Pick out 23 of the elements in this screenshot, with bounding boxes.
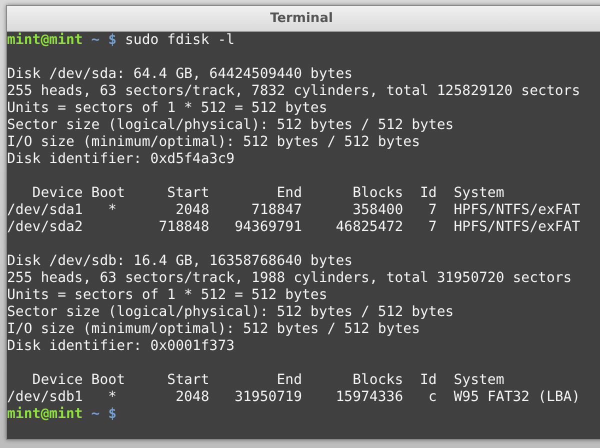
output-line: Disk /dev/sda: 64.4 GB, 64424509440 bytes (7, 66, 353, 82)
output-line: Disk /dev/sdb: 16.4 GB, 16358768640 bytes (7, 253, 353, 269)
output-line: 255 heads, 63 sectors/track, 7832 cylinders, total 125829120 sectors (7, 83, 580, 99)
prompt-user: mint@mint (7, 32, 83, 48)
output-line: I/O size (minimum/optimal): 512 bytes / 512 bytes (7, 321, 420, 337)
output-line: Device Boot Start End Blocks Id System (31, 185, 504, 201)
output-line: Units = sectors of 1 * 512 = 512 bytes (7, 287, 328, 303)
output-line: Sector size (logical/physical): 512 bytes / 512 bytes (7, 117, 454, 133)
output-line: I/O size (minimum/optimal): 512 bytes / 512 bytes (7, 134, 420, 150)
prompt-path: ~ $ (91, 32, 117, 48)
output-line: Disk identifier: 0x0001f373 (7, 338, 235, 354)
output-line: 255 heads, 63 sectors/track, 1988 cylinders, total 31950720 sectors (7, 270, 572, 286)
prompt-path: ~ $ (91, 406, 117, 422)
output-line: /dev/sda2 718848 94369791 46825472 7 HPFS/NTFS/exFAT (7, 219, 580, 235)
output-line: Sector size (logical/physical): 512 bytes / 512 bytes (7, 304, 454, 320)
prompt-user: mint@mint (7, 406, 83, 422)
output-line: Device Boot Start End Blocks Id System (31, 372, 504, 388)
window-title: Terminal (270, 11, 333, 26)
output-line: /dev/sda1 * 2048 718847 358400 7 HPFS/NTFS/exFAT (7, 202, 580, 218)
output-line: Units = sectors of 1 * 512 = 512 bytes (7, 100, 328, 116)
output-line: /dev/sdb1 * 2048 31950719 15974336 c W95 FAT32 (LBA) (7, 389, 580, 405)
command-text: sudo fdisk -l (125, 32, 235, 48)
output-line: Disk identifier: 0xd5f4a3c9 (7, 151, 235, 167)
